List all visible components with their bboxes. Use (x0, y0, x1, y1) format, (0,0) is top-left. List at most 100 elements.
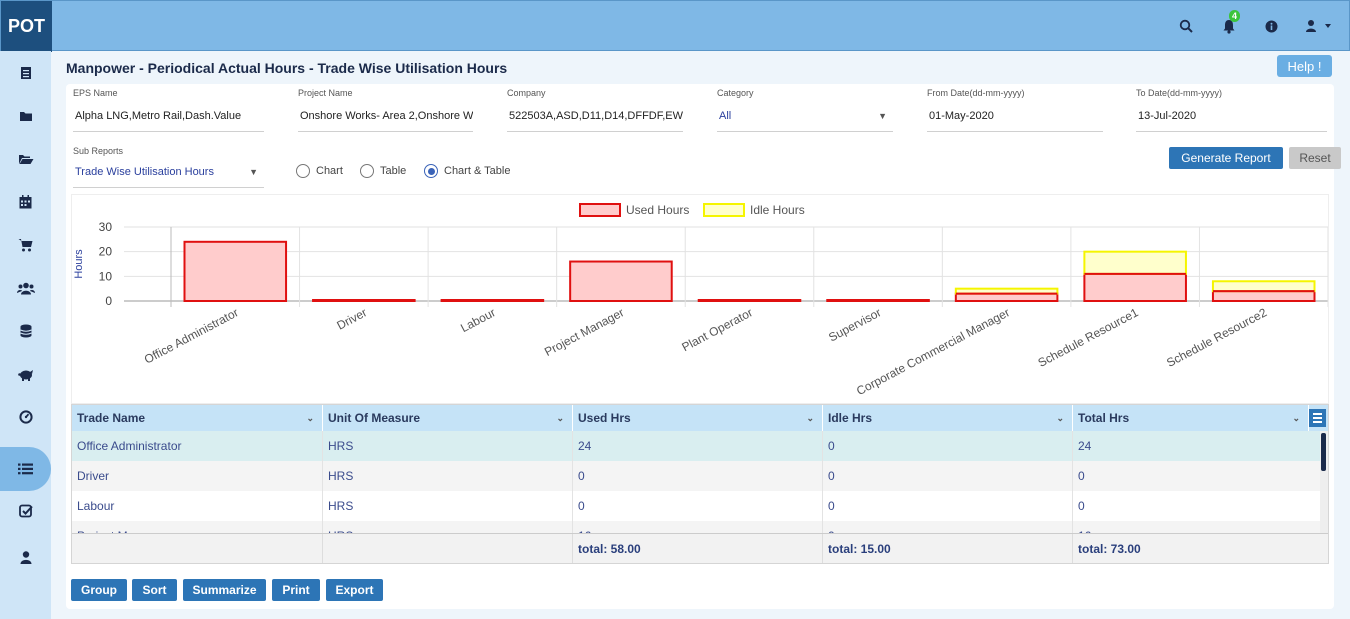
export-button[interactable]: Export (326, 579, 383, 601)
sidebar-item-profile[interactable] (0, 535, 51, 579)
cart-icon (18, 239, 33, 252)
company-label: Company (507, 88, 546, 98)
group-button[interactable]: Group (71, 579, 127, 601)
column-header-used-hrs[interactable]: Used Hrs ⌄ (573, 405, 823, 431)
table-cell: HRS (323, 491, 573, 521)
notification-badge: 4 (1229, 10, 1241, 22)
bell-icon[interactable]: 4 (1220, 10, 1241, 35)
chevron-down-icon[interactable]: ⌄ (306, 405, 314, 431)
table-cell: 0 (1078, 499, 1085, 513)
table-cell: 0 (823, 461, 1073, 491)
bar-idle-hours (1083, 250, 1187, 275)
radio-circle-selected[interactable] (424, 164, 438, 178)
sidebar-item-finance[interactable] (0, 352, 51, 396)
summarize-button[interactable]: Summarize (183, 579, 266, 601)
sort-button[interactable]: Sort (132, 579, 177, 601)
bar-used-hours (312, 299, 416, 302)
table-cell: 24 (1078, 439, 1092, 453)
sidebar-item-folder[interactable] (0, 94, 51, 138)
total-used-hrs: total: 58.00 (573, 534, 823, 563)
sidebar-item-list[interactable] (0, 447, 51, 491)
sidebar-item-tasks[interactable] (0, 489, 51, 533)
project-name-value[interactable]: Onshore Works- Area 2,Onshore Works (298, 107, 473, 132)
radio-circle[interactable] (296, 164, 310, 178)
radio-chart-and-table-label: Chart & Table (444, 165, 511, 177)
column-header-idle-hrs[interactable]: Idle Hrs ⌄ (823, 405, 1073, 431)
eps-name-value[interactable]: Alpha LNG,Metro Rail,Dash.Value (73, 107, 264, 132)
legend-label-idle: Idle Hours (750, 203, 805, 217)
radio-chart-label: Chart (316, 165, 343, 177)
sidebar-item-cart[interactable] (0, 223, 51, 267)
from-date-label: From Date(dd-mm-yyyy) (927, 88, 1025, 98)
user-menu[interactable] (1303, 17, 1335, 35)
chevron-down-icon[interactable]: ⌄ (556, 405, 564, 431)
table-row[interactable]: Driver HRS 0 0 0 (72, 461, 1322, 491)
help-button[interactable]: Help ! (1277, 55, 1332, 77)
table-cell: 16 (573, 521, 823, 533)
from-date-field[interactable]: From Date(dd-mm-yyyy) 01-May-2020 (927, 88, 1103, 132)
scrollbar-thumb[interactable] (1321, 433, 1326, 471)
report-icon (20, 67, 31, 79)
chevron-down-icon[interactable]: ⌄ (806, 405, 814, 431)
user-icon (20, 550, 31, 564)
bar-used-hours (1211, 290, 1316, 302)
folder-icon (19, 112, 32, 121)
table-row[interactable]: Project Manager HRS 16 0 16 (72, 521, 1322, 533)
category-field[interactable]: Category All ▼ (717, 88, 893, 132)
chevron-down-icon[interactable]: ⌄ (1056, 405, 1064, 431)
radio-chart[interactable]: Chart (296, 164, 343, 178)
total-cell (72, 534, 323, 563)
eps-name-field[interactable]: EPS Name Alpha LNG,Metro Rail,Dash.Value (73, 88, 264, 132)
table-cell: 24 (573, 431, 823, 461)
table-cell: 0 (823, 491, 1073, 521)
app-logo[interactable]: POT (1, 1, 52, 52)
table-scrollbar[interactable] (1320, 431, 1328, 533)
users-icon (16, 282, 35, 294)
project-name-field[interactable]: Project Name Onshore Works- Area 2,Onsho… (298, 88, 473, 132)
radio-table-label: Table (380, 165, 407, 177)
from-date-value[interactable]: 01-May-2020 (927, 107, 1103, 132)
radio-chart-and-table[interactable]: Chart & Table (424, 164, 510, 178)
sidebar-item-reports[interactable] (0, 51, 51, 95)
sub-reports-field[interactable]: Sub Reports Trade Wise Utilisation Hours… (73, 146, 264, 188)
table-cell: 0 (573, 491, 823, 521)
x-tick-label: Project Manager (542, 305, 626, 359)
company-field[interactable]: Company 522503A,ASD,D11,D14,DFFDF,EWC,TE (507, 88, 683, 132)
x-tick-label: Office Administrator (142, 305, 241, 366)
company-value[interactable]: 522503A,ASD,D11,D14,DFFDF,EWC,TE (507, 107, 683, 132)
legend-swatch-used (579, 203, 621, 217)
grid-menu-icon[interactable] (1309, 409, 1326, 427)
sidebar-item-folder-open[interactable] (0, 137, 51, 181)
column-header-trade-name[interactable]: Trade Name ⌄ (72, 405, 323, 431)
page-title: Manpower - Periodical Actual Hours - Tra… (66, 60, 508, 76)
chevron-down-icon[interactable]: ⌄ (1292, 405, 1300, 431)
column-header-unit-of-measure[interactable]: Unit Of Measure ⌄ (323, 405, 573, 431)
folder-open-icon (18, 155, 33, 164)
radio-circle[interactable] (360, 164, 374, 178)
totals-row: total: 58.00 total: 15.00 total: 73.00 (72, 533, 1328, 563)
report-card: EPS Name Alpha LNG,Metro Rail,Dash.Value… (66, 84, 1341, 609)
radio-table[interactable]: Table (360, 164, 406, 178)
to-date-field[interactable]: To Date(dd-mm-yyyy) 13-Jul-2020 (1136, 88, 1327, 132)
print-button[interactable]: Print (272, 579, 320, 601)
column-header-label: Total Hrs (1078, 411, 1130, 425)
table-row[interactable]: Labour HRS 0 0 0 (72, 491, 1322, 521)
table-cell: 0 (573, 461, 823, 491)
y-axis-label: Hours (73, 249, 85, 279)
search-icon[interactable] (1177, 17, 1195, 35)
table-row[interactable]: Office Administrator HRS 24 0 24 (72, 431, 1322, 461)
generate-report-button[interactable]: Generate Report (1169, 147, 1283, 169)
to-date-value[interactable]: 13-Jul-2020 (1136, 107, 1327, 132)
sidebar-item-calendar[interactable] (0, 180, 51, 224)
info-icon[interactable] (1262, 17, 1280, 35)
sidebar-item-users[interactable] (0, 266, 51, 310)
y-tick-label: 10 (99, 269, 113, 283)
sidebar-item-database[interactable] (0, 309, 51, 353)
column-header-total-hrs[interactable]: Total Hrs ⌄ (1073, 405, 1309, 431)
reset-button[interactable]: Reset (1289, 147, 1341, 169)
bar-used-hours (697, 299, 802, 302)
database-icon (19, 324, 32, 338)
sub-reports-select[interactable]: Trade Wise Utilisation Hours ▼ (73, 163, 264, 188)
sidebar-item-dashboard[interactable] (0, 395, 51, 439)
category-select[interactable]: All ▼ (717, 107, 893, 132)
